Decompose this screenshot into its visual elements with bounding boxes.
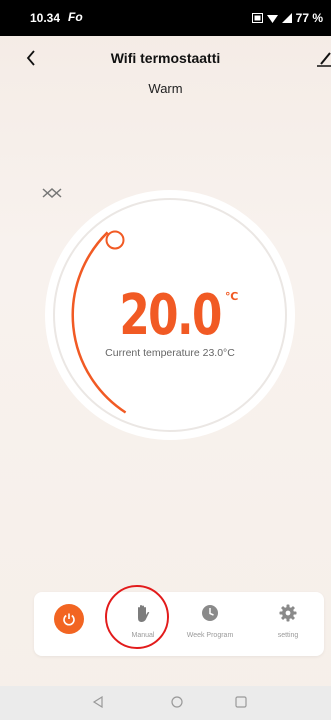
status-time: 10.34 — [30, 11, 61, 25]
edit-icon[interactable] — [309, 44, 331, 70]
battery-percent: 77 % — [295, 11, 323, 25]
highlight-circle — [105, 585, 169, 649]
nav-home-icon[interactable] — [171, 696, 183, 708]
current-temperature: Current temperature 23.0°C — [105, 347, 235, 359]
temperature-dial[interactable]: 20.0 ℃ Current temperature 23.0°C — [40, 185, 300, 445]
increase-button[interactable] — [40, 185, 64, 201]
control-bar: Manual Week Program setting — [34, 592, 324, 656]
status-app-icon: Fo — [68, 10, 83, 24]
page-title: Wifi termostaatti — [110, 50, 221, 66]
header: Wifi termostaatti Warm — [0, 36, 331, 116]
power-button[interactable] — [34, 592, 104, 656]
setpoint-unit: ℃ — [225, 291, 239, 303]
clock-icon — [202, 605, 218, 621]
system-nav-bar — [0, 686, 331, 720]
power-icon — [54, 604, 84, 634]
tab-week-program-label: Week Program — [186, 632, 234, 639]
status-bar: 10.34 Fo 77 % — [0, 0, 331, 36]
wifi-icon — [266, 14, 278, 23]
setpoint-display: 20.0 ℃ — [40, 288, 300, 344]
tab-setting[interactable]: setting — [253, 592, 323, 656]
dial-knob[interactable] — [105, 230, 125, 250]
tab-setting-label: setting — [277, 632, 299, 639]
cast-icon — [251, 13, 263, 23]
mode-label: Warm — [148, 81, 183, 96]
nav-recent-icon[interactable] — [235, 696, 247, 708]
gear-icon — [279, 604, 297, 622]
setpoint-value: 20.0 — [119, 283, 222, 348]
signal-icon — [281, 13, 292, 23]
tab-week-program[interactable]: Week Program — [175, 592, 245, 656]
nav-back-icon[interactable] — [92, 696, 104, 708]
status-right: 77 % — [251, 11, 323, 25]
